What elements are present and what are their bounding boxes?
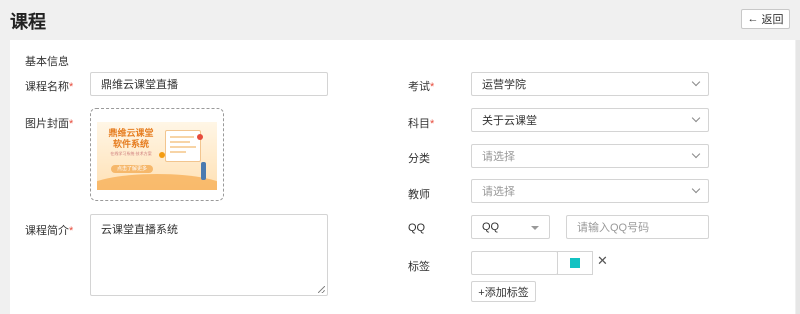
scrollbar[interactable] [796, 40, 800, 314]
tags-label: 标签 [408, 261, 430, 273]
category-label: 分类 [408, 153, 430, 165]
qq-label: QQ [408, 222, 426, 234]
subject-select[interactable]: 关于云课堂 [471, 108, 709, 132]
cover-image: 鼎维云课堂 软件系统 在线学习系统·技术方案 点击了解更多 [97, 122, 217, 190]
tag-input[interactable] [471, 251, 558, 275]
back-button-label: 返回 [761, 14, 784, 26]
cover-hill-shape [97, 174, 217, 190]
resize-grip-icon[interactable] [318, 286, 325, 293]
intro-value: 云课堂直播系统 [101, 224, 178, 236]
cover-upload[interactable]: 鼎维云课堂 软件系统 在线学习系统·技术方案 点击了解更多 [90, 108, 224, 201]
qq-number-input[interactable]: 请输入QQ号码 [566, 215, 709, 239]
tag-color-swatch [570, 258, 580, 268]
cover-dot [197, 134, 203, 140]
course-name-label: 课程名称* [25, 81, 74, 93]
arrow-left-icon: ← [747, 13, 759, 25]
course-name-value: 鼎维云课堂直播 [101, 79, 178, 91]
category-select[interactable]: 请选择 [471, 144, 709, 168]
cover-label: 图片封面* [25, 118, 74, 130]
back-button[interactable]: ← 返回 [741, 9, 790, 29]
add-tag-button[interactable]: +添加标签 [471, 281, 536, 302]
subject-label: 科目* [408, 118, 435, 130]
category-placeholder: 请选择 [482, 151, 515, 163]
cover-person-figure [201, 162, 206, 180]
exam-value: 运营学院 [482, 79, 526, 91]
intro-textarea[interactable]: 云课堂直播系统 [90, 214, 328, 296]
page-title: 课程 [10, 12, 46, 32]
qq-number-placeholder: 请输入QQ号码 [577, 222, 650, 234]
chevron-down-icon [691, 184, 701, 194]
cover-image-subtitle: 在线学习系统·技术方案 [110, 151, 152, 156]
chevron-down-icon [691, 149, 701, 159]
course-name-input[interactable]: 鼎维云课堂直播 [90, 72, 328, 96]
close-icon[interactable]: ✕ [597, 253, 608, 269]
cover-screen-graphic [165, 130, 201, 162]
qq-type-select[interactable]: QQ [471, 215, 550, 239]
intro-label: 课程简介* [25, 225, 74, 237]
cover-dot [159, 152, 165, 158]
cover-image-cta: 点击了解更多 [111, 165, 153, 173]
subject-value: 关于云课堂 [482, 115, 537, 127]
chevron-down-icon [691, 77, 701, 87]
caret-down-icon [531, 226, 539, 230]
section-title: 基本信息 [25, 56, 69, 68]
teacher-select[interactable]: 请选择 [471, 179, 709, 203]
tag-color-picker[interactable] [557, 251, 593, 275]
exam-select[interactable]: 运营学院 [471, 72, 709, 96]
cover-image-title: 鼎维云课堂 软件系统 [108, 128, 154, 149]
page-header: 课程 ← 返回 [0, 0, 800, 38]
teacher-placeholder: 请选择 [482, 186, 515, 198]
course-form-card: 基本信息 课程名称* 鼎维云课堂直播 图片封面* 鼎维云课堂 软件系统 在线学习… [10, 40, 795, 314]
qq-type-value: QQ [482, 221, 500, 233]
teacher-label: 教师 [408, 189, 430, 201]
chevron-down-icon [691, 113, 701, 123]
exam-label: 考试* [408, 81, 435, 93]
